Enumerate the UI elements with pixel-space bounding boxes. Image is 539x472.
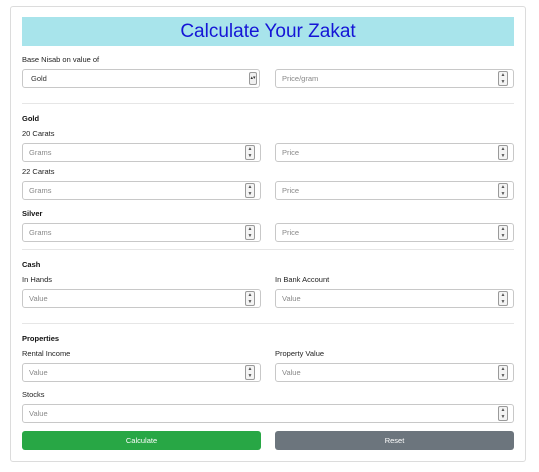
cash-heading: Cash bbox=[22, 260, 41, 269]
gold-22-grams-input[interactable] bbox=[22, 181, 261, 200]
gold-heading: Gold bbox=[22, 114, 40, 123]
page-title: Calculate Your Zakat bbox=[22, 17, 514, 46]
cash-in-hands-input[interactable] bbox=[22, 289, 261, 308]
property-value-input[interactable] bbox=[275, 363, 514, 382]
cash-in-bank-input[interactable] bbox=[275, 289, 514, 308]
property-value-label: Property Value bbox=[275, 349, 325, 358]
rental-income-label: Rental Income bbox=[22, 349, 71, 358]
nisab-selected-value: Gold bbox=[31, 74, 47, 83]
chevron-updown-icon: ▴▾ bbox=[249, 72, 257, 85]
rental-income-input[interactable] bbox=[22, 363, 261, 382]
gold-20-carats-label: 20 Carats bbox=[22, 129, 55, 138]
reset-button[interactable]: Reset bbox=[275, 431, 514, 450]
properties-heading: Properties bbox=[22, 334, 60, 343]
divider bbox=[22, 323, 514, 324]
divider bbox=[22, 249, 514, 250]
gold-22-price-input[interactable] bbox=[275, 181, 514, 200]
cash-in-hands-label: In Hands bbox=[22, 275, 53, 284]
silver-grams-input[interactable] bbox=[22, 223, 261, 242]
gold-22-carats-label: 22 Carats bbox=[22, 167, 55, 176]
nisab-select[interactable]: Gold ▴▾ bbox=[22, 69, 260, 88]
calculate-button[interactable]: Calculate bbox=[22, 431, 261, 450]
gold-20-grams-input[interactable] bbox=[22, 143, 261, 162]
gold-20-price-input[interactable] bbox=[275, 143, 514, 162]
silver-heading: Silver bbox=[22, 209, 43, 218]
nisab-price-input[interactable] bbox=[275, 69, 514, 88]
stocks-input[interactable] bbox=[22, 404, 514, 423]
nisab-label: Base Nisab on value of bbox=[22, 55, 100, 64]
silver-price-input[interactable] bbox=[275, 223, 514, 242]
stocks-label: Stocks bbox=[22, 390, 45, 399]
divider bbox=[22, 103, 514, 104]
cash-in-bank-label: In Bank Account bbox=[275, 275, 330, 284]
